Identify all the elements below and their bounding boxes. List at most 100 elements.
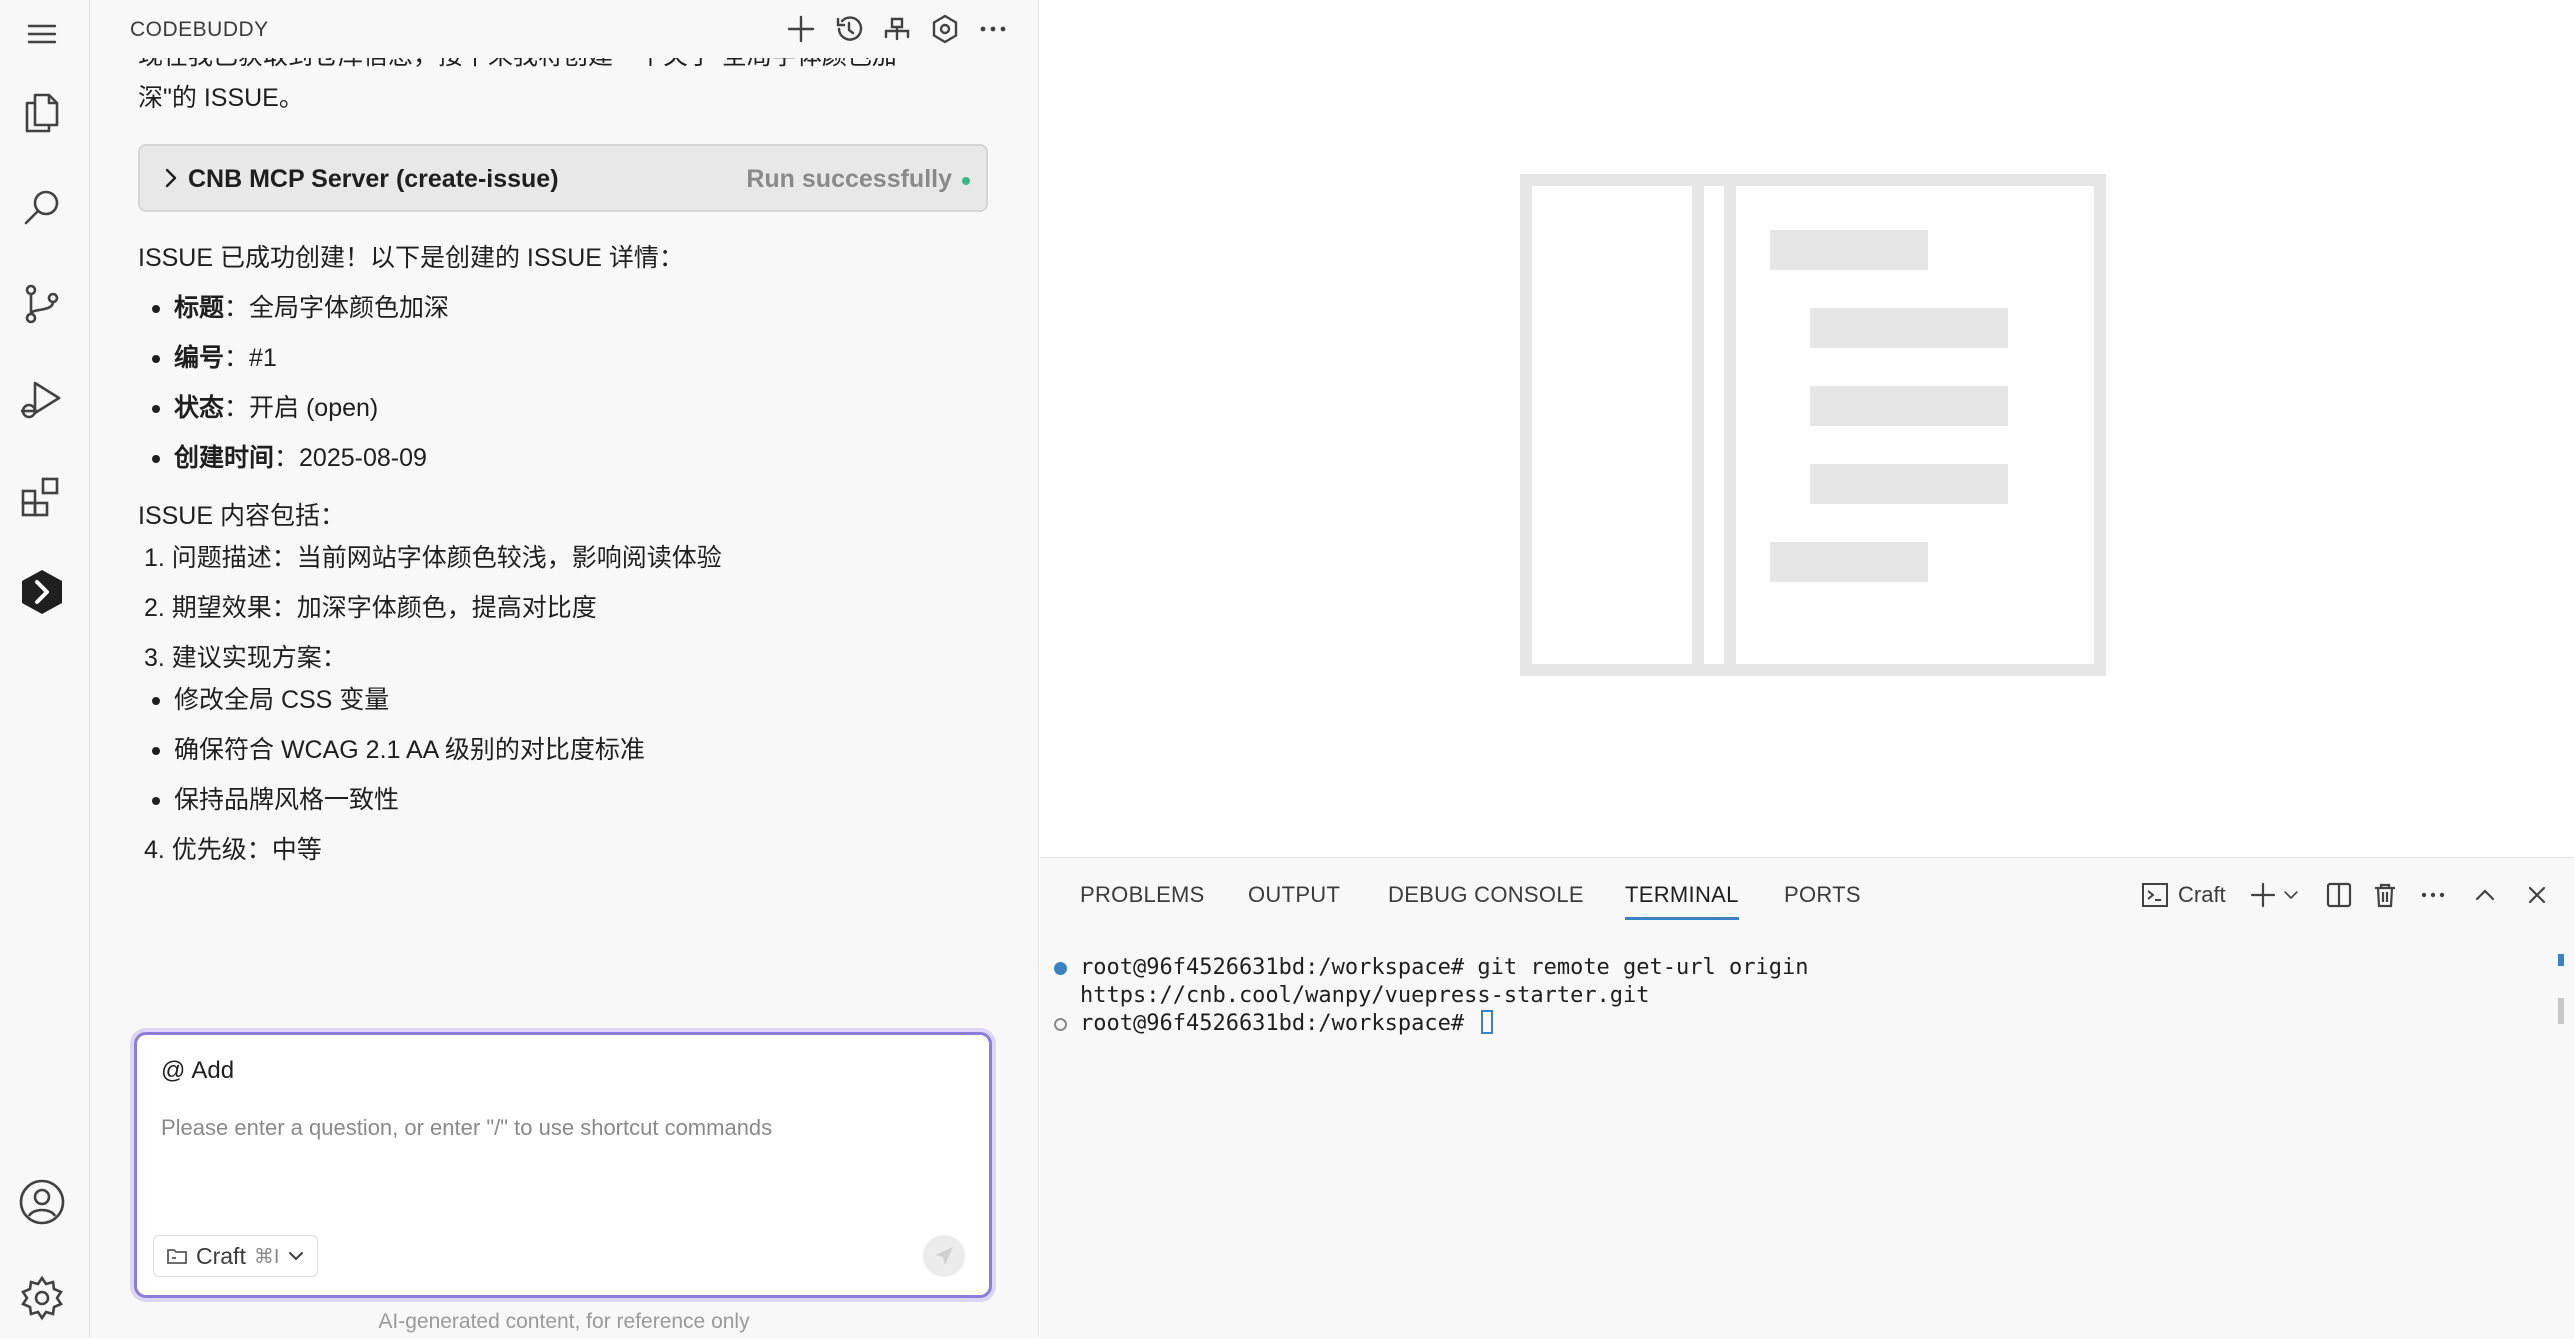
numbered-item: 1. 问题描述：当前网站字体颜色较浅，影响阅读体验 [144,544,722,572]
detail-value: 2025-08-09 [299,444,427,472]
terminal-line-text: root@96f4526631bd:/workspace# [1080,1011,1478,1036]
close-icon [2528,886,2546,904]
tab-output[interactable]: OUTPUT [1248,882,1340,908]
list-item: 创建时间：2025-08-09 [138,440,990,476]
bottom-panel: PROBLEMS OUTPUT DEBUG CONSOLE TERMINAL P… [1040,857,2574,1339]
detail-label: 编号 [174,344,225,372]
numbered-item: 4. 优先级：中等 [144,836,322,864]
panel-header: CODEBUDDY [90,0,1038,58]
split-icon [2326,882,2352,908]
more-icon[interactable] [974,10,1012,48]
terminal-line: https://cnb.cool/wanpy/vuepress-starter.… [1080,982,1808,1010]
split-terminal-button[interactable] [2324,878,2354,912]
account-icon[interactable] [14,1174,70,1230]
codebuddy-icon[interactable] [14,564,70,620]
list-item: 保持品牌风格一致性 [138,782,990,818]
tab-ports[interactable]: PORTS [1784,882,1861,908]
settings-gear-icon[interactable] [14,1270,70,1326]
message-line: 现在我已获取到仓库信息，接下来我将创建一个关于"全局字体颜色加 [138,58,897,74]
detail-label: 创建时间 [174,444,275,472]
detail-separator: ： [224,294,250,322]
panel-title: CODEBUDDY [130,18,269,41]
trash-icon [2375,883,2395,908]
mode-label: Craft [196,1242,246,1269]
more-icon [2421,892,2445,898]
close-panel-button[interactable] [2522,878,2552,912]
settings-icon[interactable] [926,10,964,48]
terminal-profile-label: Craft [2178,882,2226,907]
menu-icon[interactable] [14,6,70,62]
tool-call-status: Run successfully [746,165,952,193]
terminal-line: root@96f4526631bd:/workspace# git remote… [1054,954,1809,982]
success-text: ISSUE 已成功创建！以下是创建的 ISSUE 详情： [138,244,684,272]
list-item: 状态：开启 (open) [138,390,990,426]
command-status-dot [1054,1018,1067,1031]
kill-terminal-button[interactable] [2370,878,2400,912]
run-debug-icon[interactable] [14,372,70,428]
tab-problems[interactable]: PROBLEMS [1080,882,1205,908]
detail-value: 开启 (open) [249,394,379,422]
tool-call-name: CNB MCP Server (create-issue) [188,165,559,193]
activity-bar [0,0,90,1338]
add-icon [2250,882,2276,908]
folder-icon [167,1249,187,1264]
detail-value: #1 [249,344,277,372]
terminal-cursor [1481,1010,1494,1034]
send-icon [935,1247,953,1265]
numbered-item: 3. 建议实现方案： [144,644,347,672]
terminal-line-text: root@96f4526631bd:/workspace# git remote… [1080,955,1809,980]
list-item: 标题：全局字体颜色加深 [138,290,990,326]
detail-separator: ： [224,344,250,372]
detail-value: 全局字体颜色加深 [249,294,450,322]
terminal-dropdown-button[interactable] [2280,878,2302,912]
more-actions-button[interactable] [2418,878,2448,912]
terminal-line-text: https://cnb.cool/wanpy/vuepress-starter.… [1080,983,1650,1008]
terminal-icon [2142,883,2168,907]
chevron-down-icon [289,1252,304,1261]
list-item: 编号：#1 [138,340,990,376]
chat-messages: 现在我已获取到仓库信息，接下来我将创建一个关于"全局字体颜色加 深"的 ISSU… [138,58,990,868]
detail-separator: ： [224,394,250,422]
content-intro: ISSUE 内容包括： [138,502,345,530]
detail-label: 状态 [174,394,225,422]
list-item: 确保符合 WCAG 2.1 AA 级别的对比度标准 [138,732,990,768]
tab-debug-console[interactable]: DEBUG CONSOLE [1388,882,1584,908]
add-icon[interactable] [782,10,820,48]
chat-input-box[interactable]: @ Add Please enter a question, or enter … [134,1032,992,1298]
add-context-button[interactable]: @ Add [161,1057,234,1085]
chevron-up-icon [2475,889,2495,901]
send-button[interactable] [923,1235,965,1277]
history-icon[interactable] [830,10,868,48]
extensions-icon[interactable] [14,468,70,524]
codebuddy-panel: CODEBUDDY 现在我已获取到仓库信息，接下来我将创建一个关于"全局字体颜色… [90,0,1039,1338]
terminal-output[interactable]: root@96f4526631bd:/workspace# git remote… [1054,954,1809,1038]
scrollbar-marker [2558,954,2564,966]
editor-area [1040,0,2574,856]
message-line: 深"的 ISSUE。 [138,84,304,112]
list-item: 修改全局 CSS 变量 [138,682,990,718]
mcp-icon[interactable] [878,10,916,48]
command-status-dot [1054,962,1067,975]
ai-disclaimer: AI-generated content, for reference only [378,1310,750,1333]
detail-separator: ： [274,444,300,472]
files-icon[interactable] [14,84,70,140]
chevron-right-icon [165,168,177,188]
editor-watermark-icon [1520,174,2106,676]
terminal-scrollbar[interactable] [2558,998,2564,1024]
at-icon: @ [161,1057,186,1084]
numbered-item: 2. 期望效果：加深字体颜色，提高对比度 [144,594,597,622]
maximize-panel-button[interactable] [2470,878,2500,912]
message-intro: 现在我已获取到仓库信息，接下来我将创建一个关于"全局字体颜色加 深"的 ISSU… [138,58,990,122]
chat-input[interactable]: Please enter a question, or enter "/" to… [161,1115,772,1141]
detail-label: 标题 [174,294,225,322]
source-control-icon[interactable] [14,276,70,332]
tab-terminal[interactable]: TERMINAL [1625,882,1739,920]
mode-selector[interactable]: Craft ⌘I [153,1235,319,1277]
tool-call-card[interactable]: CNB MCP Server (create-issue) Run succes… [138,144,988,212]
new-terminal-button[interactable] [2248,878,2278,912]
status-dot [962,177,970,185]
chevron-down-icon [2284,891,2298,900]
terminal-line: root@96f4526631bd:/workspace# [1054,1010,1808,1038]
terminal-profile-button[interactable]: Craft [2140,878,2226,912]
search-icon[interactable] [14,180,70,236]
